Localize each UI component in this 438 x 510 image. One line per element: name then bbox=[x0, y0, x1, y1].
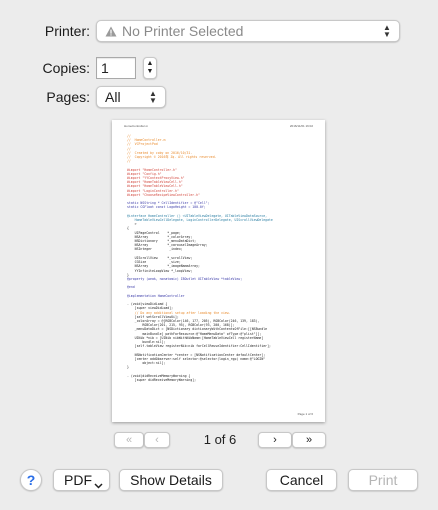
copies-label: Copies: bbox=[42, 60, 90, 76]
popup-arrows-icon: ▲ ▼ bbox=[383, 23, 391, 39]
pages-popup[interactable]: All ▲ ▼ bbox=[96, 86, 166, 108]
stepper-up-icon[interactable]: ▲ bbox=[147, 60, 154, 68]
chevron-right-icon: › bbox=[273, 434, 277, 446]
pdf-menu-button[interactable]: PDF bbox=[53, 469, 110, 491]
chevron-left-icon: ‹ bbox=[155, 434, 159, 446]
printer-label: Printer: bbox=[44, 23, 90, 39]
pages-label: Pages: bbox=[46, 89, 90, 105]
double-chevron-right-icon: » bbox=[305, 434, 313, 446]
pages-value: All bbox=[105, 89, 121, 105]
popup-arrows-icon: ▲ ▼ bbox=[149, 89, 157, 105]
copies-stepper[interactable]: ▲ ▼ bbox=[143, 57, 157, 79]
double-chevron-left-icon: « bbox=[125, 434, 133, 446]
copies-field[interactable]: 1 bbox=[96, 57, 136, 79]
copies-value: 1 bbox=[101, 60, 109, 76]
page-status: 1 of 6 bbox=[203, 432, 237, 447]
preview-code: //// HomeController.m// VCProjectPod////… bbox=[127, 134, 317, 382]
last-page-button[interactable]: » bbox=[292, 432, 326, 448]
preview-header-left: HomeController.m bbox=[124, 124, 149, 128]
previous-page-button[interactable]: ‹ bbox=[144, 432, 170, 448]
next-page-button[interactable]: › bbox=[258, 432, 292, 448]
warning-triangle-icon bbox=[105, 26, 117, 37]
chevron-down-icon bbox=[94, 476, 103, 492]
code-line: [super didReceiveMemoryWarning]; bbox=[127, 377, 197, 382]
show-details-button[interactable]: Show Details bbox=[119, 469, 223, 491]
stepper-down-icon[interactable]: ▼ bbox=[147, 68, 154, 76]
first-page-button[interactable]: « bbox=[114, 432, 144, 448]
cancel-button[interactable]: Cancel bbox=[266, 469, 337, 491]
print-preview-page: HomeController.m 2016/11/01 16:02 //// H… bbox=[112, 120, 325, 422]
printer-value: No Printer Selected bbox=[122, 23, 244, 39]
preview-footer: Page 1 of 6 bbox=[297, 412, 313, 416]
print-button[interactable]: Print bbox=[348, 469, 418, 491]
printer-popup[interactable]: No Printer Selected ▲ ▼ bbox=[96, 20, 400, 42]
help-button[interactable]: ? bbox=[20, 469, 42, 491]
preview-header-right: 2016/11/01 16:02 bbox=[289, 124, 313, 128]
help-icon: ? bbox=[26, 472, 36, 488]
pdf-label: PDF bbox=[64, 472, 92, 488]
